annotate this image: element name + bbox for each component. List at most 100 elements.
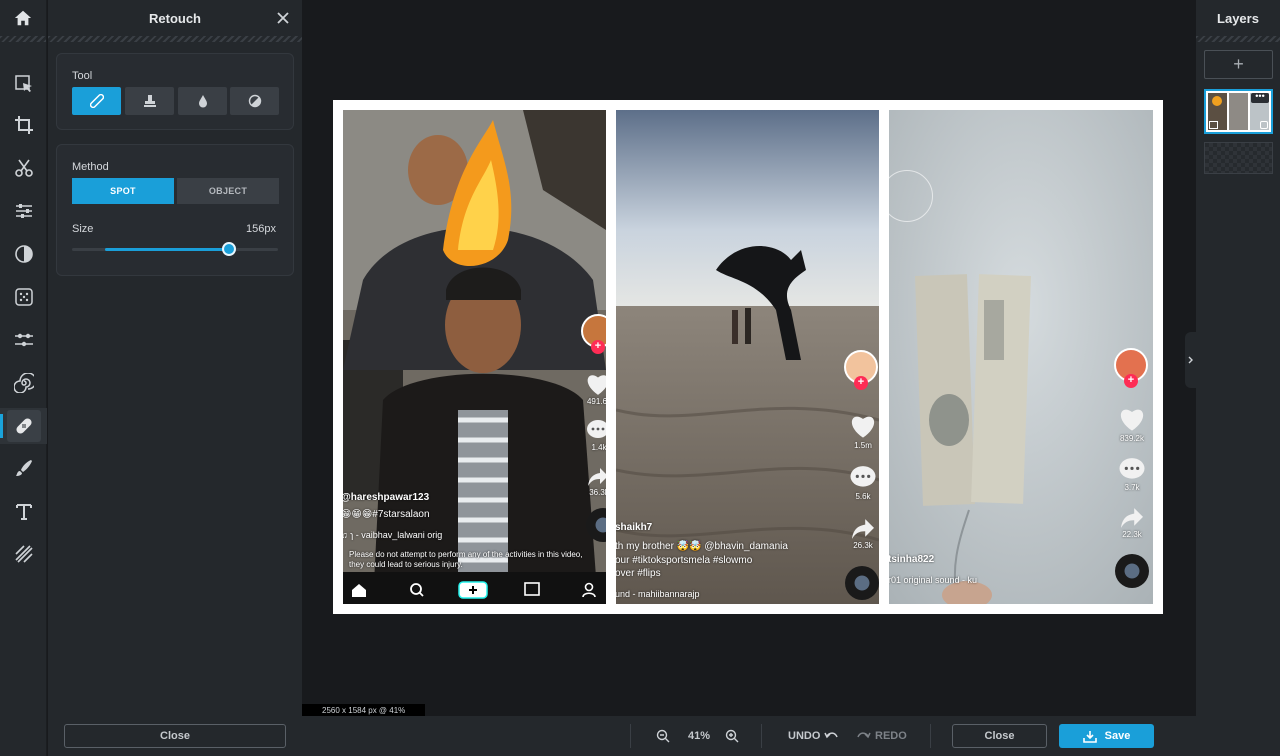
liquify-tool-button[interactable] (0, 322, 47, 358)
bottom-toolbar: 41% UNDO REDO Close Save (302, 716, 1196, 756)
text-icon (15, 504, 32, 520)
zoom-level[interactable]: 41% (688, 716, 710, 756)
text-tool-button[interactable] (0, 493, 47, 529)
distort-tool-button[interactable] (0, 365, 47, 401)
contrast-circle-icon (14, 245, 33, 263)
close-button[interactable]: Close (952, 724, 1047, 748)
layer-menu-icon[interactable]: ••• (1251, 92, 1269, 103)
size-slider-thumb[interactable] (221, 242, 236, 256)
nodes-icon (14, 333, 33, 347)
brush-icon (89, 94, 104, 108)
effects-tool-button[interactable] (0, 279, 47, 315)
shot2-username: shaikh7 (616, 522, 653, 533)
separator (630, 724, 631, 748)
dodge-burn-button[interactable] (230, 87, 279, 115)
dots-grid-icon (14, 288, 33, 306)
tiktok-nav-bar (352, 581, 596, 599)
home-button[interactable] (0, 0, 46, 36)
comment-icon[interactable] (1118, 457, 1146, 482)
screenshot-3: + 839.2k 3.7k 22.3k tsinha822 r01 origin… (889, 110, 1153, 604)
blur-button[interactable] (178, 87, 227, 115)
brush-stroke-icon (15, 460, 32, 476)
image-type-icon (1209, 121, 1218, 129)
crop-tool-button[interactable] (0, 107, 47, 143)
heart-icon[interactable] (849, 413, 877, 439)
zoom-in-button[interactable] (725, 716, 739, 756)
method-spot-button[interactable]: SPOT (72, 178, 174, 204)
close-icon[interactable] (274, 9, 292, 27)
separator (761, 724, 762, 748)
artboard[interactable]: + 491.6k 1.4k 36.3k @hareshpawar123 😁😁😁#… (333, 100, 1163, 614)
undo-icon (824, 732, 839, 739)
comment-count: 3.7k (1124, 483, 1140, 492)
save-button[interactable]: Save (1059, 724, 1154, 748)
draw-tool-button[interactable] (0, 450, 47, 486)
tool-rail (0, 0, 47, 756)
method-card: Method SPOT OBJECT Size 156px (56, 144, 294, 276)
add-layer-button[interactable]: + (1204, 50, 1273, 79)
layer-item-background[interactable] (1204, 142, 1273, 174)
size-slider-fill (105, 248, 229, 251)
adjust-tool-button[interactable] (0, 193, 47, 229)
comment-icon[interactable] (849, 465, 877, 490)
heal-brush-button[interactable] (72, 87, 121, 115)
retouch-panel: Retouch Tool Method SPOT OBJECT Size 156… (48, 0, 302, 756)
screenshot-2: + 1.5m 5.6k 26.3k shaikh7 th my brother … (616, 110, 879, 604)
shot3-username: tsinha822 (889, 554, 935, 565)
screenshot-1: + 491.6k 1.4k 36.3k @hareshpawar123 😁😁😁#… (343, 110, 606, 604)
shot2-caption-line3: over #flips (616, 568, 661, 579)
expand-layers-tab[interactable] (1185, 332, 1196, 388)
share-count: 36.3k (589, 488, 606, 497)
retouch-tool-button[interactable] (0, 408, 47, 444)
panel-close-button[interactable]: Close (64, 724, 286, 748)
heart-icon[interactable] (1118, 406, 1146, 432)
panel-header: Retouch (48, 0, 302, 36)
undo-button[interactable]: UNDO (788, 716, 839, 756)
like-count: 1.5m (854, 441, 872, 450)
contrast-icon (248, 94, 261, 108)
layer-item-image[interactable]: ••• (1204, 89, 1273, 134)
scissors-icon (14, 159, 33, 177)
retouch-button-bg (6, 410, 41, 442)
heart-icon[interactable] (585, 372, 606, 396)
undo-label: UNDO (788, 730, 821, 742)
follow-plus-icon[interactable]: + (1124, 374, 1138, 388)
share-icon[interactable] (587, 467, 606, 487)
filter-tool-button[interactable] (0, 236, 47, 272)
follow-plus-icon[interactable]: + (591, 340, 605, 354)
share-count: 22.3k (1122, 530, 1142, 539)
stamp-icon (143, 95, 156, 107)
bandage-icon (15, 418, 32, 434)
comment-count: 5.6k (855, 492, 871, 501)
beach-photo (616, 110, 879, 604)
layers-divider (1196, 36, 1280, 42)
share-icon[interactable] (1119, 507, 1145, 529)
shot2-music: und - mahiibannarajp (616, 589, 700, 599)
share-icon[interactable] (850, 518, 876, 540)
select-icon (14, 75, 32, 92)
zoom-in-icon (725, 729, 739, 743)
download-icon (1082, 730, 1097, 743)
home-icon (14, 10, 32, 26)
lock-icon[interactable] (1260, 121, 1268, 129)
cutout-tool-button[interactable] (0, 150, 47, 186)
shot1-warning-line2: they could lead to serious injury. (349, 560, 463, 569)
share-count: 26.3k (853, 541, 873, 550)
drop-icon (198, 95, 207, 108)
comment-icon[interactable] (586, 419, 606, 441)
follow-plus-icon[interactable]: + (854, 376, 868, 390)
panel-title: Retouch (149, 10, 201, 26)
texture-tool-button[interactable] (0, 536, 47, 572)
separator (930, 724, 931, 748)
redo-button[interactable]: REDO (857, 716, 907, 756)
shot1-caption: 😁😁😁#7starsalaon (343, 509, 430, 520)
shot2-caption-line1: th my brother 🤯🤯 @bhavin_damania (616, 541, 788, 552)
select-tool-button[interactable] (0, 66, 47, 102)
clone-stamp-button[interactable] (125, 87, 174, 115)
tool-label: Tool (72, 70, 93, 82)
image-info: 2560 x 1584 px @ 41% (302, 704, 426, 716)
canvas-area[interactable]: + 491.6k 1.4k 36.3k @hareshpawar123 😁😁😁#… (302, 0, 1195, 716)
zoom-out-icon (656, 729, 670, 743)
zoom-out-button[interactable] (656, 716, 670, 756)
method-object-button[interactable]: OBJECT (177, 178, 279, 204)
